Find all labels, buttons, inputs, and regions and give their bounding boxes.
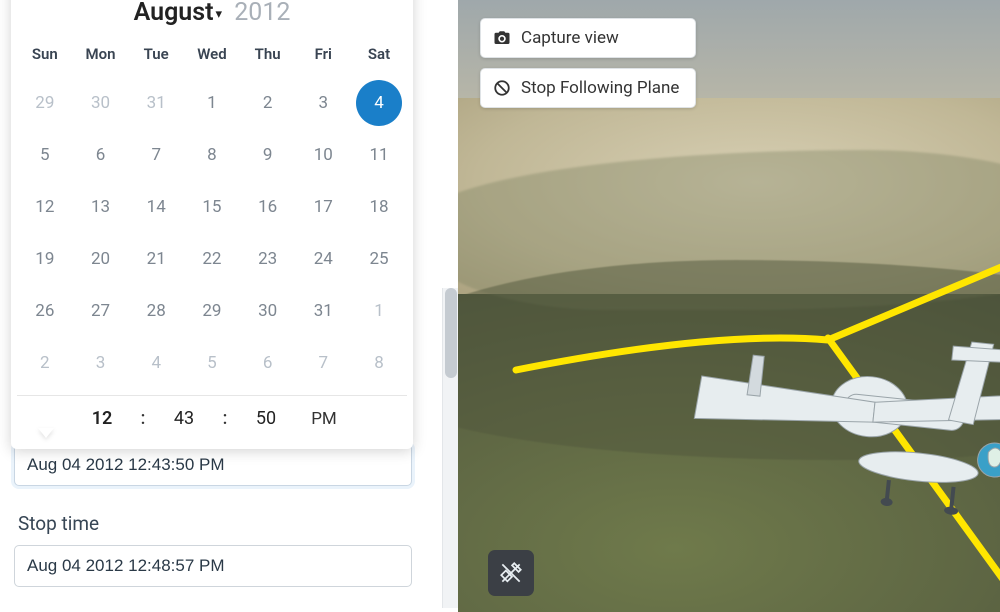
scrollbar[interactable]	[442, 288, 458, 608]
design-tools-button[interactable]	[488, 550, 534, 596]
second-input[interactable]: 50	[236, 408, 296, 429]
day-cell[interactable]: 15	[184, 181, 240, 233]
day-cell[interactable]: 23	[240, 233, 296, 285]
day-cell[interactable]: 1	[184, 77, 240, 129]
day-cell[interactable]: 4	[351, 77, 407, 129]
day-cell[interactable]: 10	[295, 129, 351, 181]
day-cell[interactable]: 25	[351, 233, 407, 285]
day-cell[interactable]: 26	[17, 285, 73, 337]
form-panel: August▾ 2012 Sun Mon Tue Wed Thu Fri Sat…	[0, 0, 458, 612]
day-cell[interactable]: 19	[17, 233, 73, 285]
selected-month: August	[134, 0, 214, 27]
day-cell[interactable]: 17	[295, 181, 351, 233]
day-cell[interactable]: 29	[17, 77, 73, 129]
weekday: Fri	[295, 37, 351, 77]
calendar-header: August▾ 2012	[17, 0, 407, 37]
day-cell[interactable]: 28	[128, 285, 184, 337]
calendar-grid: Sun Mon Tue Wed Thu Fri Sat 293031123456…	[17, 37, 407, 389]
capture-view-button[interactable]: Capture view	[480, 18, 696, 58]
day-cell[interactable]: 8	[184, 129, 240, 181]
time-picker: 12 : 43 : 50 PM	[17, 395, 407, 445]
weekday: Wed	[184, 37, 240, 77]
weekday: Thu	[240, 37, 296, 77]
month-select[interactable]: August▾	[134, 0, 222, 27]
stop-following-label: Stop Following Plane	[521, 78, 679, 98]
day-cell[interactable]: 6	[73, 129, 129, 181]
map-controls: Capture view Stop Following Plane	[480, 18, 696, 108]
day-cell[interactable]: 14	[128, 181, 184, 233]
camera-icon	[493, 29, 511, 47]
day-cell[interactable]: 4	[128, 337, 184, 389]
day-cell[interactable]: 6	[240, 337, 296, 389]
day-cell[interactable]: 11	[351, 129, 407, 181]
day-cell[interactable]: 8	[351, 337, 407, 389]
day-cell[interactable]: 12	[17, 181, 73, 233]
day-cell[interactable]: 2	[17, 337, 73, 389]
minute-input[interactable]: 43	[154, 408, 214, 429]
day-cell[interactable]: 31	[295, 285, 351, 337]
year-select[interactable]: 2012	[234, 0, 290, 27]
ban-icon	[493, 79, 511, 97]
day-cell[interactable]: 1	[351, 285, 407, 337]
day-cell[interactable]: 22	[184, 233, 240, 285]
map-viewport[interactable]: Capture view Stop Following Plane	[458, 0, 1000, 612]
day-cell[interactable]: 30	[73, 77, 129, 129]
day-cell[interactable]: 7	[128, 129, 184, 181]
day-cell[interactable]: 20	[73, 233, 129, 285]
day-cell[interactable]: 27	[73, 285, 129, 337]
capture-view-label: Capture view	[521, 28, 619, 48]
stop-time-label: Stop time	[18, 512, 440, 535]
day-cell[interactable]: 29	[184, 285, 240, 337]
day-cell[interactable]: 5	[17, 129, 73, 181]
day-cell[interactable]: 5	[184, 337, 240, 389]
day-cell[interactable]: 13	[73, 181, 129, 233]
ampm-toggle[interactable]: PM	[296, 409, 352, 429]
time-colon: :	[132, 408, 154, 429]
day-cell[interactable]: 31	[128, 77, 184, 129]
day-cell[interactable]: 7	[295, 337, 351, 389]
day-cell[interactable]: 3	[73, 337, 129, 389]
ruler-pencil-icon	[498, 560, 524, 586]
day-cell[interactable]: 30	[240, 285, 296, 337]
weekday: Sat	[351, 37, 407, 77]
popover-pointer	[38, 428, 54, 438]
day-cell[interactable]: 18	[351, 181, 407, 233]
calendar-body: 2930311234567891011121314151617181920212…	[17, 77, 407, 389]
dropdown-icon: ▾	[216, 7, 223, 22]
day-cell[interactable]: 9	[240, 129, 296, 181]
day-cell[interactable]: 16	[240, 181, 296, 233]
stop-following-button[interactable]: Stop Following Plane	[480, 68, 696, 108]
start-time-input[interactable]	[14, 444, 412, 486]
day-cell[interactable]: 2	[240, 77, 296, 129]
weekday: Sun	[17, 37, 73, 77]
day-cell[interactable]: 3	[295, 77, 351, 129]
hour-input[interactable]: 12	[72, 408, 132, 429]
day-cell[interactable]: 21	[128, 233, 184, 285]
weekday-row: Sun Mon Tue Wed Thu Fri Sat	[17, 37, 407, 77]
time-colon: :	[214, 408, 236, 429]
stop-time-input[interactable]	[14, 545, 412, 587]
aircraft-model	[661, 282, 1000, 558]
weekday: Mon	[73, 37, 129, 77]
day-cell[interactable]: 24	[295, 233, 351, 285]
datetime-picker: August▾ 2012 Sun Mon Tue Wed Thu Fri Sat…	[11, 0, 413, 449]
weekday: Tue	[128, 37, 184, 77]
